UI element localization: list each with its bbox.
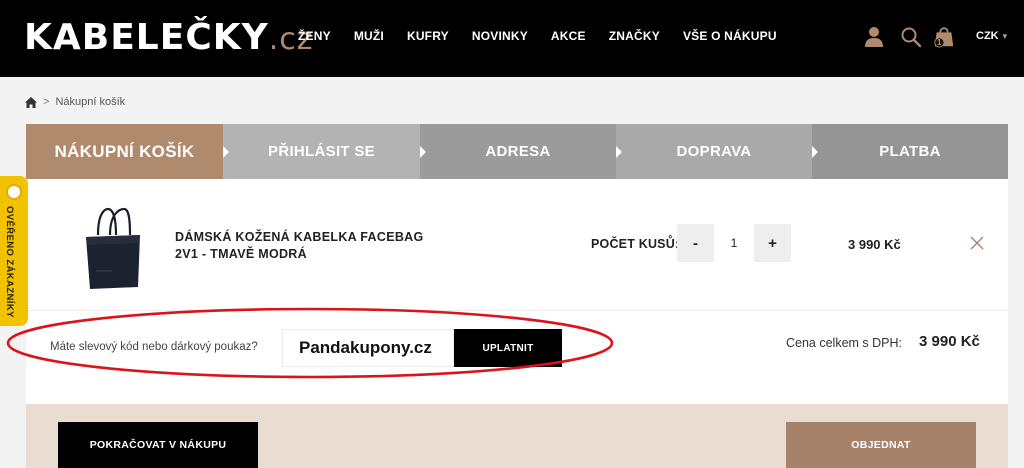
total-label: Cena celkem s DPH: [786,336,903,350]
user-icon[interactable] [864,26,884,48]
order-button[interactable]: OBJEDNAT [786,422,976,468]
total-value: 3 990 Kč [919,333,980,350]
action-bar: POKRAČOVAT V NÁKUPU OBJEDNAT [26,404,1008,468]
step-address[interactable]: ADRESA [420,124,622,179]
quantity-label: POČET KUSŮ: [591,237,680,251]
verified-badge[interactable]: OVĚŘENO ZÁKAZNÍKY [0,176,28,326]
logo-main: KABELEČKY [24,17,269,58]
quantity-increase-button[interactable]: + [754,224,791,262]
nav-kufry[interactable]: KUFRY [407,29,449,43]
item-price: 3 990 Kč [848,237,901,252]
step-label: PŘIHLÁSIT SE [268,143,375,160]
step-arrow [812,146,818,158]
badge-label: OVĚŘENO ZÁKAZNÍKY [4,206,15,318]
coupon-label: Máte slevový kód nebo dárkový poukaz? [50,341,258,353]
divider [26,310,1008,311]
quantity-input[interactable]: 1 [714,224,754,262]
cart-icon[interactable] [932,24,956,50]
step-payment[interactable]: PLATBA [812,124,1008,179]
badge-logo-icon [6,184,22,200]
coupon-input[interactable]: Pandakupony.cz [282,329,454,367]
cart-panel: DÁMSKÁ KOŽENÁ KABELKA FACEBAG 2V1 - TMAV… [26,179,1008,404]
step-label: DOPRAVA [676,143,752,160]
close-icon[interactable] [969,235,985,251]
product-image[interactable] [76,205,150,293]
cart-count: 1 [937,38,942,47]
step-arrow [420,146,426,158]
breadcrumb-current: Nákupní košík [55,96,126,108]
breadcrumb: > Nákupní košík [25,96,125,108]
chevron-down-icon: ▾ [1002,31,1008,41]
step-label: NÁKUPNÍ KOŠÍK [54,141,195,161]
currency-selector[interactable]: CZK ▾ [976,30,1007,42]
step-label: PLATBA [879,143,941,160]
product-name[interactable]: DÁMSKÁ KOŽENÁ KABELKA FACEBAG 2V1 - TMAV… [175,229,435,263]
step-cart[interactable]: NÁKUPNÍ KOŠÍK [26,124,229,179]
breadcrumb-separator: > [43,96,50,108]
nav-novinky[interactable]: NOVINKY [472,29,528,43]
nav-akce[interactable]: AKCE [551,29,586,43]
step-shipping[interactable]: DOPRAVA [616,124,818,179]
currency-label: CZK [976,30,999,42]
quantity-stepper: - 1 + [677,224,791,262]
quantity-decrease-button[interactable]: - [677,224,714,262]
nav-muzi[interactable]: MUŽI [354,29,384,43]
home-icon[interactable] [25,96,37,108]
step-label: ADRESA [485,143,551,160]
checkout-steps: NÁKUPNÍ KOŠÍK PŘIHLÁSIT SE ADRESA DOPRAV… [26,124,1008,179]
search-icon[interactable] [900,26,922,48]
step-arrow [223,146,229,158]
main-nav: ŽENY MUŽI KUFRY NOVINKY AKCE ZNAČKY VŠE … [298,29,800,43]
nav-vse-o-nakupu[interactable]: VŠE O NÁKUPU [683,29,777,43]
continue-shopping-button[interactable]: POKRAČOVAT V NÁKUPU [58,422,258,468]
nav-zeny[interactable]: ŽENY [298,29,331,43]
step-arrow [616,146,622,158]
step-login[interactable]: PŘIHLÁSIT SE [223,124,426,179]
nav-znacky[interactable]: ZNAČKY [609,29,660,43]
site-header: KABELEČKY.cz ŽENY MUŽI KUFRY NOVINKY AKC… [0,0,1024,77]
site-logo[interactable]: KABELEČKY.cz [24,18,314,60]
apply-coupon-button[interactable]: UPLATNIT [454,329,562,367]
